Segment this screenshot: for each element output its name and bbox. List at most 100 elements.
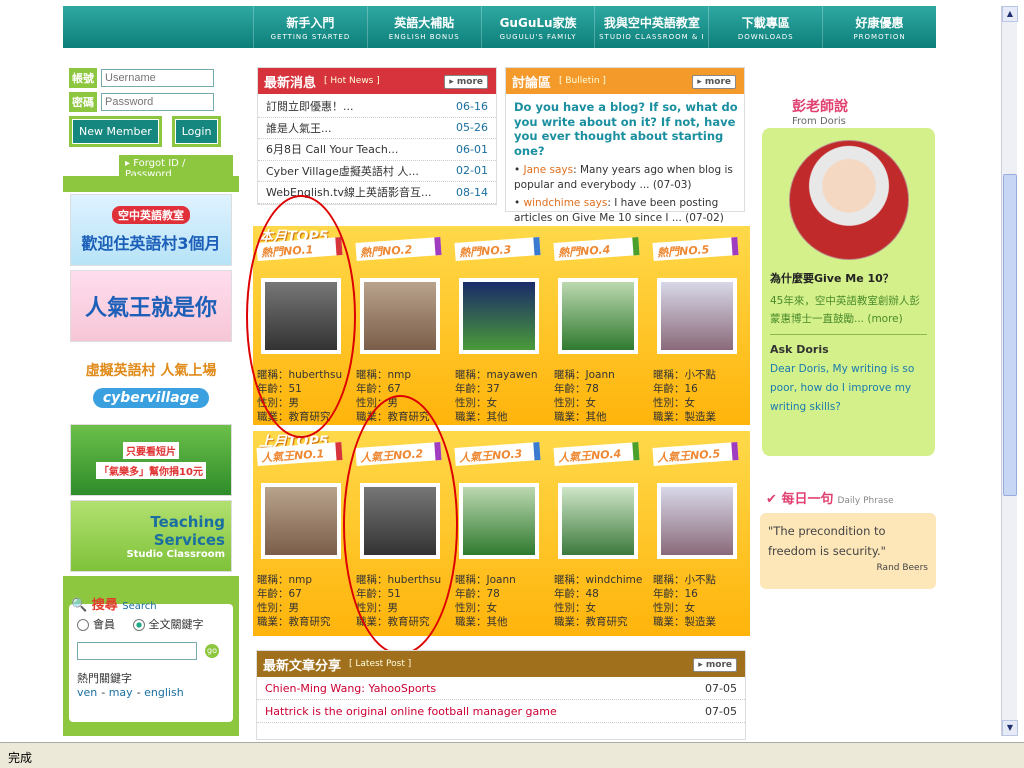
member-photo[interactable]: [657, 278, 737, 354]
news-item[interactable]: 6月8日 Call Your Teach... 06-01: [258, 139, 496, 161]
member-photo[interactable]: [558, 483, 638, 559]
member-card[interactable]: 人氣王NO.5 暱稱：小不點 年齡：16 性別：女 職業：製造業: [649, 442, 746, 628]
member-job: 職業：其他: [455, 616, 508, 628]
rank-tag: 熱門NO.2: [355, 237, 442, 261]
banner-english-village[interactable]: 空中英語教室 歡迎住英語村3個月: [70, 194, 232, 266]
latest-posts-more-button[interactable]: ▸ more: [693, 658, 737, 672]
search-title-en: Search: [122, 601, 157, 612]
radio-icon: [77, 619, 89, 631]
nav-gugulu-family[interactable]: GuGuLu家族 GUGULU'S FAMILY: [480, 6, 595, 48]
radio-label: 全文關鍵字: [148, 618, 204, 631]
nav-getting-started[interactable]: 新手入門 GETTING STARTED: [253, 6, 367, 48]
nav-studio-classroom[interactable]: 我與空中英語教室 STUDIO CLASSROOM & I: [594, 6, 708, 48]
daily-phrase-header: ✔ 每日一句 Daily Phrase: [766, 488, 894, 507]
scroll-down-icon[interactable]: ▼: [1002, 720, 1018, 736]
member-card[interactable]: 熱門NO.3 暱稱：mayawen 年齡：37 性別：女 職業：其他: [451, 237, 548, 423]
new-member-button[interactable]: New Member: [69, 116, 162, 147]
nav-label: 下載專區: [741, 15, 790, 30]
daily-phrase-title: 每日一句: [781, 492, 834, 507]
banner-text: 空中英語教室: [112, 206, 190, 224]
banner-popular-king[interactable]: 人氣王就是你: [70, 270, 232, 342]
member-card[interactable]: 熱門NO.5 暱稱：小不點 年齡：16 性別：女 職業：製造業: [649, 237, 746, 423]
search-input[interactable]: [77, 642, 197, 660]
daily-phrase-icon: ✔: [766, 492, 777, 507]
search-panel: 🔍 搜尋 Search 會員 全文關鍵字 go 熱門關鍵字 ven - may - …: [63, 576, 239, 736]
doris-title-en: From Doris: [792, 116, 846, 127]
member-card[interactable]: 熱門NO.4 暱稱：Joann 年齡：78 性別：女 職業：其他: [550, 237, 647, 423]
member-info: 暱稱：nmp 年齡：67 性別：男 職業：教育研究: [257, 573, 331, 629]
bulletin-item[interactable]: • Jane says: Many years ago when blog is…: [506, 160, 744, 193]
nav-sublabel: DOWNLOADS: [737, 32, 794, 41]
post-item[interactable]: Hattrick is the original online football…: [257, 700, 745, 723]
news-title: 6月8日 Call Your Teach...: [266, 143, 399, 157]
member-nick: 暱稱：nmp: [257, 574, 313, 586]
member-photo[interactable]: [459, 483, 539, 559]
member-photo[interactable]: [459, 278, 539, 354]
member-info: 暱稱：小不點 年齡：16 性別：女 職業：製造業: [653, 573, 716, 629]
nav-label: GuGuLu家族: [499, 15, 577, 30]
daily-phrase-title-en: Daily Phrase: [837, 496, 894, 506]
radio-fulltext[interactable]: 全文關鍵字: [132, 618, 204, 631]
bulletin-item[interactable]: • windchime says: I have been posting ar…: [506, 193, 744, 226]
banner-donate[interactable]: 只要看短片 「氣樂多」幫你捐10元: [70, 424, 232, 496]
hot-news-more-button[interactable]: ▸ more: [444, 75, 488, 89]
news-item[interactable]: Cyber Village虛擬英語村 人... 02-01: [258, 161, 496, 182]
login-button[interactable]: Login: [171, 116, 222, 147]
member-card[interactable]: 人氣王NO.3 暱稱：Joann 年齡：78 性別：女 職業：其他: [451, 442, 548, 628]
photo-image: [265, 487, 337, 555]
member-sex: 性別：女: [653, 397, 695, 409]
scrollbar-thumb[interactable]: [1003, 174, 1017, 496]
username-label: 帳號: [69, 68, 97, 88]
member-card[interactable]: 熱門NO.2 暱稱：nmp 年齡：67 性別：男 職業：教育研究: [352, 237, 449, 423]
keyword-link[interactable]: english: [144, 686, 184, 699]
member-info: 暱稱：Joann 年齡：78 性別：女 職業：其他: [455, 573, 516, 629]
member-photo[interactable]: [558, 278, 638, 354]
banner-cyber-village[interactable]: 虛擬英語村 人氣上場 cybervillage: [70, 348, 232, 420]
doris-answer[interactable]: 45年來，空中英語教室創辦人彭蒙惠博士一直鼓勵... (more): [770, 292, 927, 328]
news-date: 08-14: [456, 185, 488, 199]
member-photo[interactable]: [360, 278, 440, 354]
member-card[interactable]: 人氣王NO.1 暱稱：nmp 年齡：67 性別：男 職業：教育研究: [253, 442, 350, 628]
nav-sublabel: GETTING STARTED: [270, 32, 351, 41]
bulletin-more-button[interactable]: ▸ more: [692, 75, 736, 89]
keyword-link[interactable]: ven: [77, 686, 97, 699]
vertical-scrollbar[interactable]: ▲ ▼: [1001, 6, 1018, 736]
banner-text: 人氣王就是你: [84, 296, 217, 321]
daily-quote: "The precondition to freedom is security…: [768, 524, 886, 558]
nav-sublabel: GUGULU'S FAMILY: [499, 32, 577, 41]
search-go-icon[interactable]: go: [205, 644, 219, 658]
post-item[interactable]: Chien-Ming Wang: YahooSports 07-05: [257, 677, 745, 700]
nav-label: 新手入門: [286, 15, 335, 30]
member-nick: 暱稱：Joann: [455, 574, 516, 586]
news-item[interactable]: 訂閱立即優惠！... 06-16: [258, 96, 496, 118]
member-nick: 暱稱：mayawen: [455, 369, 538, 381]
ask-doris-question[interactable]: Dear Doris, My writing is so poor, how d…: [770, 360, 927, 417]
member-info: 暱稱：Joann 年齡：78 性別：女 職業：其他: [554, 368, 615, 424]
keyword-link[interactable]: may: [109, 686, 133, 699]
member-photo[interactable]: [657, 483, 737, 559]
scroll-up-icon[interactable]: ▲: [1002, 6, 1018, 22]
news-title: Cyber Village虛擬英語村 人...: [266, 164, 419, 178]
member-age: 年齡：67: [356, 383, 401, 395]
news-item[interactable]: 誰是人氣王... 05-26: [258, 118, 496, 139]
hot-news-list: 訂閱立即優惠！... 06-16 誰是人氣王... 05-26 6月8日 Call Yo…: [258, 94, 496, 204]
nav-english-bonus[interactable]: 英語大補貼 ENGLISH BONUS: [366, 6, 481, 48]
member-card[interactable]: 人氣王NO.4 暱稱：windchime 年齡：48 性別：女 職業：教育研究: [550, 442, 647, 628]
doris-question[interactable]: 為什麼要Give Me 10？: [770, 270, 927, 286]
member-nick: 暱稱：Joann: [554, 369, 615, 381]
nav-promotion[interactable]: 好康優惠 PROMOTION: [822, 6, 936, 48]
bulletin-question[interactable]: Do you have a blog? If so, what do you w…: [506, 94, 744, 160]
radio-member[interactable]: 會員: [77, 618, 115, 631]
rank-tag: 人氣王NO.3: [454, 442, 541, 466]
nav-downloads[interactable]: 下載專區 DOWNLOADS: [708, 6, 822, 48]
post-date: 07-05: [705, 681, 737, 695]
banner-text: 歡迎住英語村3個月: [81, 234, 221, 253]
member-photo[interactable]: [261, 483, 341, 559]
password-input[interactable]: [101, 93, 214, 111]
rank-tag: 熱門NO.3: [454, 237, 541, 261]
nav-label: 我與空中英語教室: [603, 15, 700, 30]
banner-teaching-services[interactable]: Teaching Services Studio Classroom: [70, 500, 232, 572]
banner-text: Studio Classroom: [126, 548, 225, 560]
username-input[interactable]: [101, 69, 214, 87]
annotation-circle: [246, 195, 356, 438]
